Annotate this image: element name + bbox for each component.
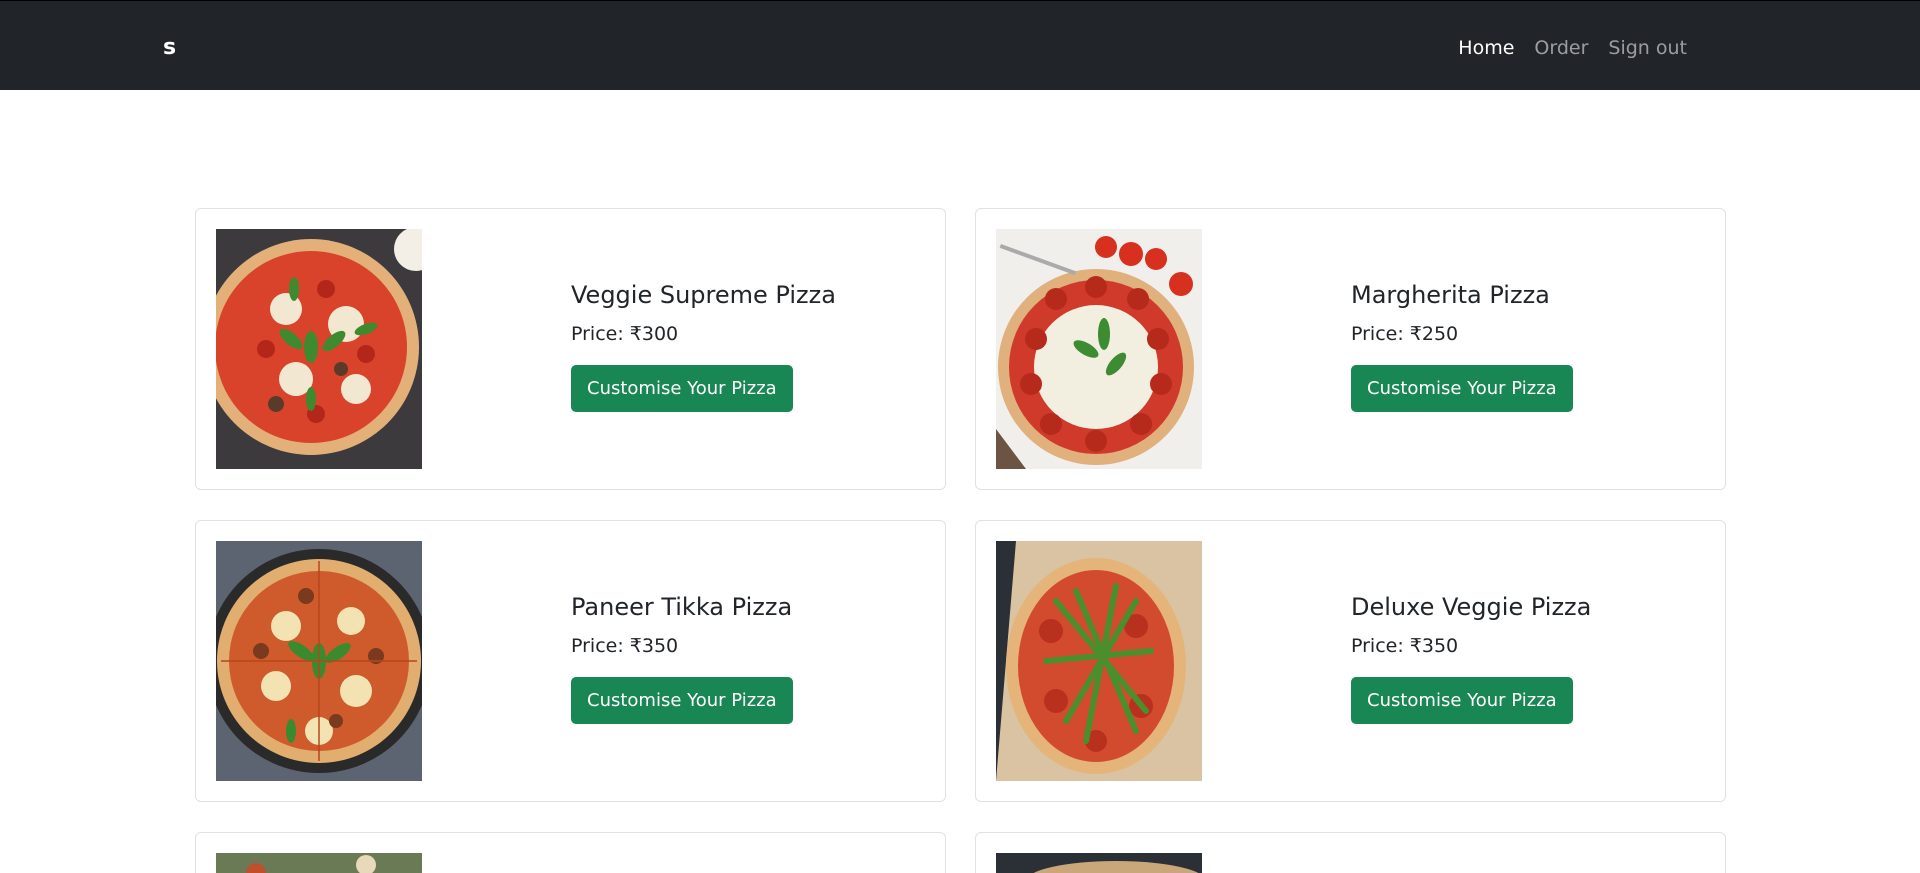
brand-logo[interactable]: s (163, 34, 176, 62)
pizza-image (996, 229, 1202, 469)
pizza-image (996, 853, 1202, 873)
paneer-tikka-pizza-photo (216, 541, 422, 781)
customise-pizza-button[interactable]: Customise Your Pizza (571, 677, 793, 724)
pizza-photo-partial (216, 853, 422, 873)
nav-link-order[interactable]: Order (1534, 34, 1588, 62)
pizza-card: Veggie Supreme Pizza Price: ₹300 Customi… (195, 208, 946, 490)
pizza-card: Margherita Pizza Price: ₹250 Customise Y… (975, 208, 1726, 490)
pizza-image (216, 541, 422, 781)
veggie-supreme-pizza-photo (216, 229, 422, 469)
pizza-price: Price: ₹350 (1351, 635, 1459, 657)
customise-pizza-button[interactable]: Customise Your Pizza (1351, 365, 1573, 412)
pizza-card-partial (195, 832, 946, 873)
nav-link-sign-out[interactable]: Sign out (1608, 34, 1687, 62)
pizza-image (216, 229, 422, 469)
nav-link-home[interactable]: Home (1458, 34, 1514, 62)
pizza-title: Margherita Pizza (1351, 281, 1550, 309)
pizza-title: Veggie Supreme Pizza (571, 281, 836, 309)
deluxe-veggie-pizza-photo (996, 541, 1202, 781)
pizza-info: Veggie Supreme Pizza Price: ₹300 Customi… (571, 279, 836, 412)
pizza-price: Price: ₹250 (1351, 323, 1459, 345)
customise-pizza-button[interactable]: Customise Your Pizza (1351, 677, 1573, 724)
pizza-info: Paneer Tikka Pizza Price: ₹350 Customise… (571, 591, 793, 724)
pizza-image (216, 853, 422, 873)
customise-pizza-button[interactable]: Customise Your Pizza (571, 365, 793, 412)
pizza-title: Paneer Tikka Pizza (571, 593, 793, 621)
top-navbar: s Home Order Sign out (0, 0, 1920, 90)
pizza-image (996, 541, 1202, 781)
pizza-price: Price: ₹350 (571, 635, 679, 657)
pizza-info: Margherita Pizza Price: ₹250 Customise Y… (1351, 279, 1573, 412)
pizza-card-partial (975, 832, 1726, 873)
nav-links: Home Order Sign out (1458, 34, 1687, 62)
pizza-card: Deluxe Veggie Pizza Price: ₹350 Customis… (975, 520, 1726, 802)
pizza-price: Price: ₹300 (571, 323, 679, 345)
pizza-card: Paneer Tikka Pizza Price: ₹350 Customise… (195, 520, 946, 802)
pizza-title: Deluxe Veggie Pizza (1351, 593, 1592, 621)
pizza-info: Deluxe Veggie Pizza Price: ₹350 Customis… (1351, 591, 1591, 724)
pizza-photo-partial (996, 853, 1202, 873)
margherita-pizza-photo (996, 229, 1202, 469)
